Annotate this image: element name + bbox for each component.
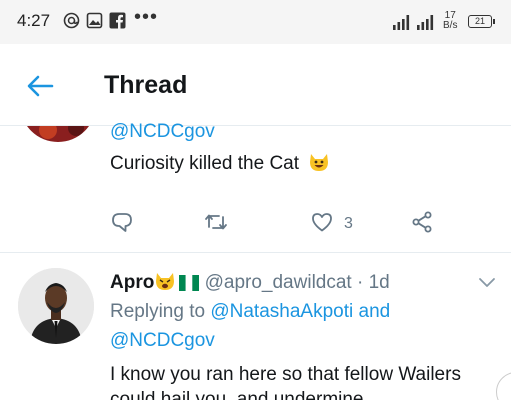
retweet-button[interactable] xyxy=(204,210,228,238)
facebook-notification-icon xyxy=(109,12,126,29)
image-notification-icon xyxy=(86,12,103,29)
tweet-text: Curiosity killed the Cat xyxy=(110,152,330,175)
chevron-down-icon[interactable] xyxy=(478,276,496,288)
like-count: 3 xyxy=(344,215,353,232)
replying-to: Replying to @NatashaAkpoti and xyxy=(110,301,390,323)
status-bar: 4:27 ••• 17 B/s 21 xyxy=(0,0,511,44)
more-notifications-icon: ••• xyxy=(134,6,159,28)
author-handle[interactable]: @apro_dawildcat xyxy=(205,272,352,293)
replying-conjunction: and xyxy=(358,301,391,322)
replying-to-continued: @NCDCgov xyxy=(110,330,215,352)
tweet-header: Apro @apro_dawildcat · 1d xyxy=(110,271,390,297)
nigeria-flag-icon xyxy=(179,275,200,297)
reply-icon xyxy=(110,210,134,239)
mention-link[interactable]: @NCDCgov xyxy=(110,330,215,351)
share-icon xyxy=(410,210,434,239)
back-arrow-icon[interactable] xyxy=(26,74,54,98)
tweet-divider xyxy=(0,252,511,253)
page-title: Thread xyxy=(104,71,188,99)
battery-icon: 21 xyxy=(468,15,495,28)
network-speed: 17 B/s xyxy=(443,11,457,31)
grinning-cat-emoji-icon xyxy=(308,152,330,172)
app-header: Thread xyxy=(0,44,511,126)
mention-link[interactable]: @NCDCgov xyxy=(110,121,215,143)
replying-to-label: Replying to xyxy=(110,301,206,322)
tweet-text-content: Curiosity killed the Cat xyxy=(110,153,300,174)
avatar[interactable] xyxy=(18,268,94,344)
weary-cat-emoji-icon xyxy=(154,271,176,297)
network-speed-unit: B/s xyxy=(443,20,458,31)
mention-link[interactable]: @NatashaAkpoti xyxy=(210,301,353,322)
like-icon xyxy=(310,210,334,239)
separator-dot: · xyxy=(356,272,364,293)
tweet-text: I know you ran here so that fellow Waile… xyxy=(110,364,461,400)
reply-button[interactable] xyxy=(110,210,134,238)
at-notification-icon xyxy=(63,12,80,29)
share-button[interactable] xyxy=(410,210,434,238)
tweet-age: 1d xyxy=(368,272,390,293)
like-button[interactable]: 3 xyxy=(310,210,353,238)
status-time: 4:27 xyxy=(17,11,51,30)
tweet-actions: 3 xyxy=(110,210,440,238)
author-name[interactable]: Apro xyxy=(110,272,154,293)
signal-strength-icon xyxy=(393,14,439,35)
retweet-icon xyxy=(204,210,228,239)
